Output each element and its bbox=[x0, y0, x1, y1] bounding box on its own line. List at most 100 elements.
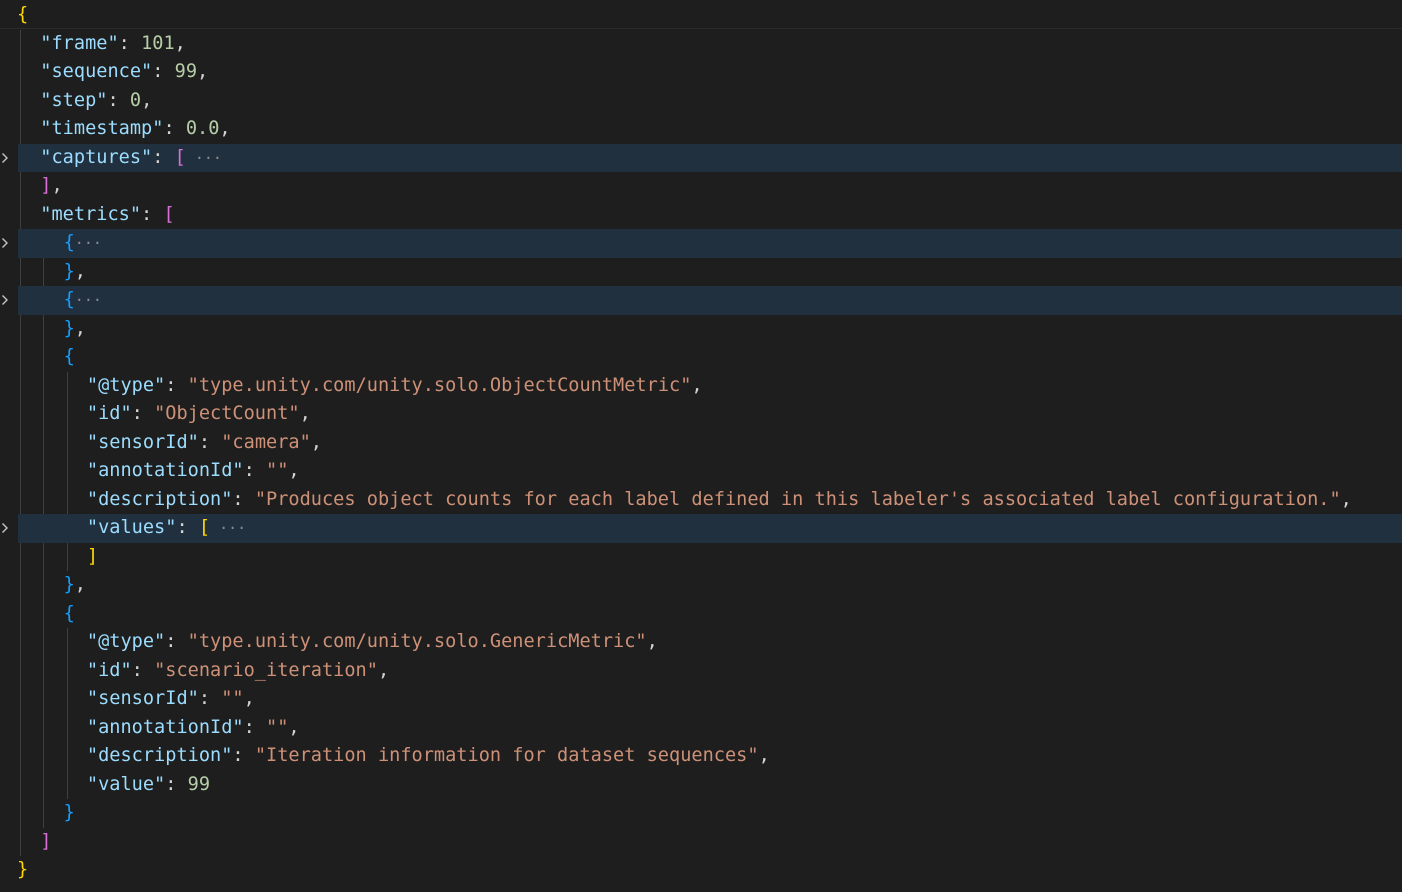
folded-code-line: {··· bbox=[0, 286, 1402, 315]
code-line: { bbox=[0, 600, 1402, 629]
code-text: ], bbox=[40, 172, 62, 201]
code-line: "@type": "type.unity.com/unity.solo.Obje… bbox=[0, 372, 1402, 401]
punctuation: : bbox=[165, 631, 188, 652]
code-line: }, bbox=[0, 315, 1402, 344]
json-string: "ObjectCount" bbox=[154, 403, 300, 424]
punctuation: , bbox=[197, 61, 209, 82]
fold-ellipsis[interactable]: ··· bbox=[75, 291, 102, 309]
json-key: "@type" bbox=[86, 374, 166, 396]
json-number: 99 bbox=[187, 773, 211, 795]
punctuation: , bbox=[74, 317, 86, 339]
folded-line-highlight bbox=[18, 143, 1402, 172]
code-text: "description": "Produces object counts f… bbox=[87, 486, 1352, 515]
json-key: "timestamp" bbox=[40, 118, 164, 139]
chevron-right-icon[interactable] bbox=[0, 229, 10, 258]
punctuation: : bbox=[131, 659, 155, 681]
json-string: "Iteration information for dataset seque… bbox=[254, 745, 759, 766]
code-text: "@type": "type.unity.com/unity.solo.Gene… bbox=[87, 628, 658, 657]
fold-ellipsis[interactable]: ··· bbox=[210, 519, 246, 537]
code-line: "timestamp": 0.0, bbox=[0, 115, 1402, 144]
bracket: } bbox=[63, 260, 75, 282]
code-line: "sensorId": "camera", bbox=[0, 429, 1402, 458]
code-line: ], bbox=[0, 172, 1402, 201]
code-line: "@type": "type.unity.com/unity.solo.Gene… bbox=[0, 628, 1402, 657]
code-text: "annotationId": "", bbox=[87, 714, 300, 743]
code-text: }, bbox=[64, 315, 86, 344]
bracket: } bbox=[63, 802, 75, 823]
punctuation: : bbox=[232, 745, 255, 766]
punctuation: : bbox=[176, 517, 199, 538]
code-text: "sensorId": "", bbox=[87, 685, 255, 714]
code-line: ] bbox=[0, 543, 1402, 572]
code-text: "id": "ObjectCount", bbox=[87, 400, 311, 429]
code-line: "description": "Iteration information fo… bbox=[0, 742, 1402, 771]
code-line: "sequence": 99, bbox=[0, 58, 1402, 87]
code-line: "id": "ObjectCount", bbox=[0, 400, 1402, 429]
code-line: "sensorId": "", bbox=[0, 685, 1402, 714]
code-text: {··· bbox=[64, 229, 102, 258]
punctuation: : bbox=[131, 403, 155, 424]
json-string: "type.unity.com/unity.solo.ObjectCountMe… bbox=[187, 374, 692, 396]
code-line: } bbox=[0, 856, 1402, 885]
code-text: "captures": [ ··· bbox=[40, 144, 222, 173]
code-text: { bbox=[64, 600, 75, 629]
json-key: "value" bbox=[86, 773, 166, 795]
code-line: { bbox=[0, 343, 1402, 372]
bracket: { bbox=[63, 232, 75, 253]
punctuation: : bbox=[163, 118, 186, 139]
json-string: "camera" bbox=[221, 431, 311, 453]
code-text: "annotationId": "", bbox=[87, 457, 300, 486]
code-line: { bbox=[0, 1, 1402, 30]
chevron-right-icon[interactable] bbox=[0, 514, 10, 543]
code-text: "values": [ ··· bbox=[87, 514, 246, 543]
code-text: "metrics": [ bbox=[40, 201, 174, 230]
json-key: "sensorId" bbox=[86, 688, 199, 709]
bracket: { bbox=[63, 602, 75, 624]
punctuation: : bbox=[118, 32, 142, 54]
json-string: "scenario_iteration" bbox=[154, 659, 378, 681]
json-key: "description" bbox=[86, 745, 233, 766]
folded-line-highlight bbox=[18, 286, 1402, 315]
code-line: "description": "Produces object counts f… bbox=[0, 486, 1402, 515]
punctuation: : bbox=[243, 460, 267, 481]
json-number: 101 bbox=[141, 32, 175, 54]
code-line: "annotationId": "", bbox=[0, 457, 1402, 486]
code-text: "value": 99 bbox=[87, 771, 210, 800]
fold-ellipsis[interactable]: ··· bbox=[75, 234, 102, 252]
bracket: { bbox=[17, 4, 29, 25]
json-editor[interactable]: {"frame": 101, "sequence": 99, "step": 0, "… bbox=[0, 0, 1402, 892]
json-key: "id" bbox=[86, 659, 132, 681]
bracket: { bbox=[63, 346, 75, 367]
code-text: "timestamp": 0.0, bbox=[40, 115, 230, 144]
fold-ellipsis[interactable]: ··· bbox=[186, 149, 222, 167]
json-number: 99 bbox=[174, 61, 198, 82]
punctuation: , bbox=[51, 175, 63, 196]
json-key: "@type" bbox=[86, 631, 166, 652]
code-line: "value": 99 bbox=[0, 771, 1402, 800]
bracket: [ bbox=[163, 203, 175, 225]
bracket: ] bbox=[40, 830, 52, 852]
chevron-right-icon[interactable] bbox=[0, 144, 10, 173]
json-key: "captures" bbox=[40, 146, 153, 168]
json-key: "frame" bbox=[40, 32, 119, 54]
json-number: 0 bbox=[129, 89, 142, 111]
code-line: "id": "scenario_iteration", bbox=[0, 657, 1402, 686]
bracket: { bbox=[63, 289, 75, 310]
code-line: }, bbox=[0, 258, 1402, 287]
punctuation: : bbox=[198, 688, 222, 709]
folded-code-line: "captures": [ ··· bbox=[0, 143, 1402, 173]
json-key: "sensorId" bbox=[86, 431, 199, 453]
punctuation: : bbox=[243, 716, 267, 738]
json-string: "" bbox=[221, 688, 244, 709]
punctuation: : bbox=[198, 431, 222, 453]
code-line: }, bbox=[0, 571, 1402, 600]
folded-code-line: "values": [ ··· bbox=[0, 514, 1402, 543]
chevron-right-icon[interactable] bbox=[0, 286, 10, 315]
bracket: } bbox=[63, 574, 75, 595]
code-line: "frame": 101, bbox=[0, 30, 1402, 59]
punctuation: , bbox=[1340, 488, 1352, 510]
json-key: "id" bbox=[86, 403, 132, 424]
punctuation: , bbox=[219, 118, 231, 139]
code-line: "step": 0, bbox=[0, 87, 1402, 116]
punctuation: , bbox=[243, 688, 255, 709]
